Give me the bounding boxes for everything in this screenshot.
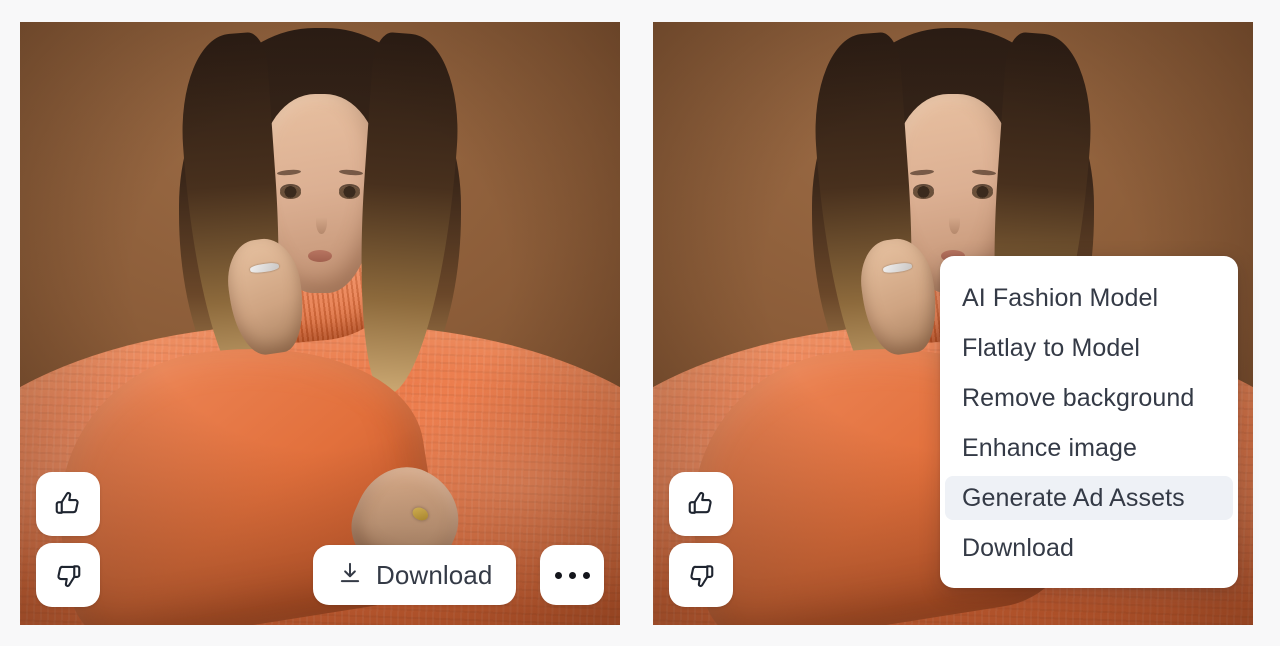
- menu-item-label: Remove background: [962, 383, 1195, 412]
- thumbs-up-button-left[interactable]: [36, 472, 100, 536]
- generated-image-left: [20, 22, 620, 625]
- menu-item-label: Flatlay to Model: [962, 333, 1141, 362]
- app-root: Download AI Fashion Model Flatlay to Mod…: [0, 0, 1280, 646]
- download-icon: [337, 560, 363, 591]
- menu-item-label: Enhance image: [962, 433, 1138, 462]
- download-button-left[interactable]: Download: [313, 545, 517, 605]
- menu-item-label: Generate Ad Assets: [962, 483, 1185, 512]
- more-options-button-left[interactable]: [540, 545, 604, 605]
- thumbs-up-button-right[interactable]: [669, 472, 733, 536]
- image-result-card-left[interactable]: Download: [20, 22, 620, 625]
- menu-item-flatlay-to-model[interactable]: Flatlay to Model: [945, 326, 1233, 370]
- thumbs-down-icon: [686, 560, 716, 590]
- thumbs-up-icon: [53, 489, 83, 519]
- ellipsis-icon: [554, 571, 590, 579]
- menu-item-download[interactable]: Download: [945, 526, 1233, 570]
- thumbs-down-button-left[interactable]: [36, 543, 100, 607]
- menu-item-generate-ad-assets[interactable]: Generate Ad Assets: [945, 476, 1233, 520]
- thumbs-up-icon: [686, 489, 716, 519]
- photo-vignette: [20, 22, 620, 625]
- thumbs-down-icon: [53, 560, 83, 590]
- menu-item-remove-background[interactable]: Remove background: [945, 376, 1233, 420]
- menu-item-enhance-image[interactable]: Enhance image: [945, 426, 1233, 470]
- menu-item-label: Download: [962, 533, 1074, 562]
- download-button-label: Download: [376, 559, 493, 590]
- thumbs-down-button-right[interactable]: [669, 543, 733, 607]
- context-menu[interactable]: AI Fashion Model Flatlay to Model Remove…: [940, 256, 1238, 588]
- menu-item-ai-fashion-model[interactable]: AI Fashion Model: [945, 276, 1233, 320]
- menu-item-label: AI Fashion Model: [962, 283, 1159, 312]
